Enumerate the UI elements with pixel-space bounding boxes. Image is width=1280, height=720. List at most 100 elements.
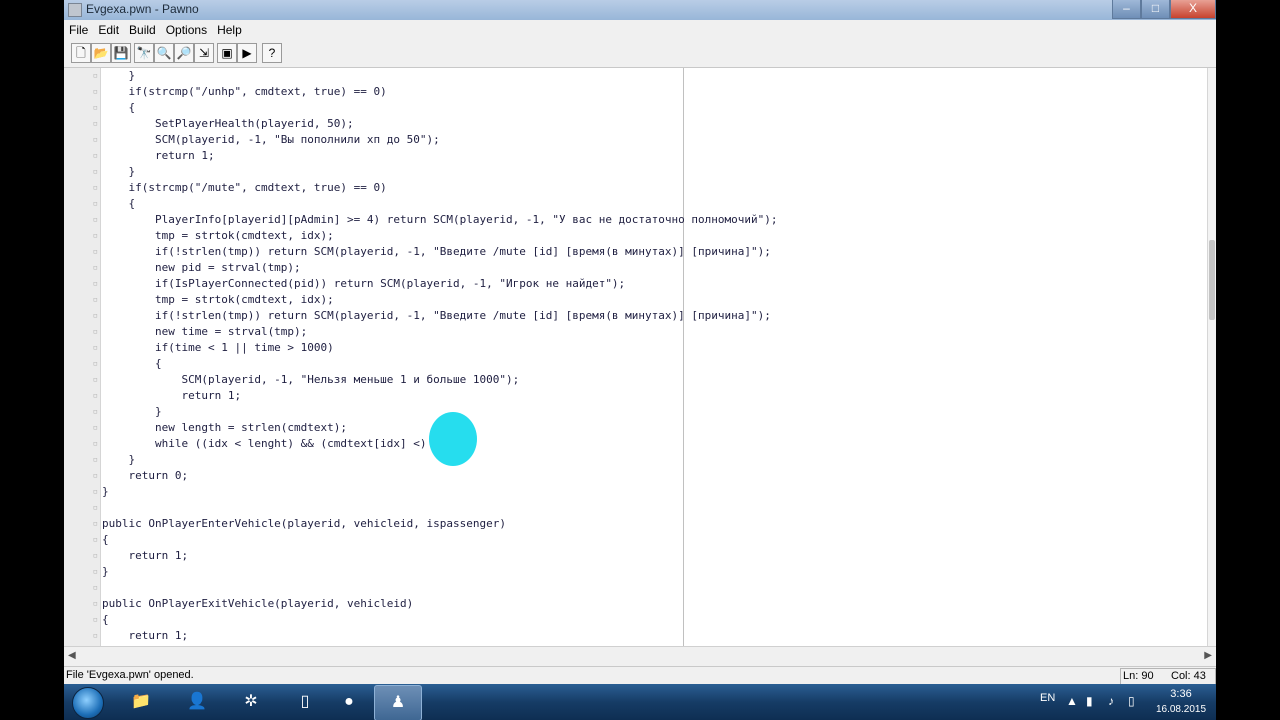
clock-date[interactable]: 16.08.2015 [1150, 704, 1212, 715]
code-line[interactable]: } [102, 452, 135, 468]
code-line[interactable]: } [102, 564, 109, 580]
show-hidden-icon[interactable]: ▲ [1066, 694, 1078, 708]
cursor-position: Ln: 90 Col: 43 [1120, 668, 1216, 685]
horizontal-scrollbar[interactable]: ◀ ▶ [64, 646, 1216, 667]
line-number-mark: ▫ [92, 375, 98, 385]
language-indicator[interactable]: EN [1040, 692, 1055, 704]
code-line[interactable]: if(strcmp("/mute", cmdtext, true) == 0) [102, 180, 386, 196]
code-editor[interactable]: ▫ ▫ ▫ ▫ ▫ ▫ ▫ ▫ ▫ ▫ ▫ ▫ ▫ ▫ ▫ ▫ ▫ ▫ ▫ ▫ ▫ ▫ ▫ ▫ ▫ ▫ ▫ ▫ ▫ ▫ ▫ ▫ ▫ ▫ ▫ ▫ } i… [64, 68, 1216, 646]
clock-time[interactable]: 3:36 [1156, 688, 1206, 700]
code-line[interactable]: new pid = strval(tmp); [102, 260, 301, 276]
code-line[interactable]: new length = strlen(cmdtext); [102, 420, 347, 436]
cursor-highlight [429, 412, 477, 466]
code-line[interactable]: } [102, 68, 135, 84]
code-line[interactable]: { [102, 100, 135, 116]
maximize-button[interactable]: □ [1141, 0, 1170, 19]
taskbar-document-button[interactable]: ▯ [282, 685, 328, 719]
compile-icon[interactable]: ▣ [217, 43, 237, 63]
code-line[interactable]: PlayerInfo[playerid][pAdmin] >= 4) retur… [102, 212, 778, 228]
line-number-mark: ▫ [92, 359, 98, 369]
line-number-mark: ▫ [92, 279, 98, 289]
line-number-mark: ▫ [92, 439, 98, 449]
binoculars-icon[interactable]: 🔭 [134, 43, 154, 63]
code-line[interactable]: if(strcmp("/unhp", cmdtext, true) == 0) [102, 84, 386, 100]
scroll-right-icon[interactable]: ▶ [1204, 650, 1212, 661]
menu-build[interactable]: Build [124, 20, 161, 40]
line-number-mark: ▫ [92, 295, 98, 305]
line-number: Ln: 90 [1123, 670, 1154, 682]
taskbar-file-explorer-button[interactable]: 📁 [118, 685, 164, 719]
code-line[interactable]: tmp = strtok(cmdtext, idx); [102, 292, 334, 308]
taskbar-game-character-button[interactable]: 👤 [174, 685, 220, 719]
code-line[interactable]: { [102, 532, 109, 548]
code-area[interactable]: } if(strcmp("/unhp", cmdtext, true) == 0… [102, 68, 1202, 646]
status-message: File 'Evgexa.pwn' opened. [66, 669, 194, 681]
line-number-mark: ▫ [92, 455, 98, 465]
scroll-left-icon[interactable]: ◀ [68, 650, 76, 661]
code-line[interactable]: return 1; [102, 388, 241, 404]
minimize-button[interactable]: – [1112, 0, 1141, 19]
game-character-icon: 👤 [187, 693, 207, 710]
code-line[interactable]: while ((idx < lenght) && (cmdtext[idx] <… [102, 436, 427, 452]
line-number-mark: ▫ [92, 599, 98, 609]
menu-options[interactable]: Options [161, 20, 212, 40]
code-line[interactable]: } [102, 164, 135, 180]
menu-edit[interactable]: Edit [93, 20, 124, 40]
code-line[interactable]: if(time < 1 || time > 1000) [102, 340, 334, 356]
taskbar-photoshop-button[interactable]: ✲ [228, 685, 274, 719]
menu-help[interactable]: Help [212, 20, 247, 40]
code-line[interactable]: { [102, 356, 162, 372]
code-line[interactable]: if(!strlen(tmp)) return SCM(playerid, -1… [102, 308, 771, 324]
line-number-mark: ▫ [92, 423, 98, 433]
taskbar-recorder-button[interactable]: ● [326, 685, 372, 719]
code-line[interactable]: } [102, 404, 162, 420]
line-number-mark: ▫ [92, 215, 98, 225]
open-folder-icon[interactable]: 📂 [91, 43, 111, 63]
code-line[interactable]: } [102, 484, 109, 500]
taskbar-pawno-button[interactable]: ♟ [374, 685, 422, 720]
code-line[interactable]: SetPlayerHealth(playerid, 50); [102, 116, 354, 132]
code-line[interactable]: { [102, 196, 135, 212]
file-explorer-icon: 📁 [131, 693, 151, 710]
code-line[interactable]: public OnPlayerEnterVehicle(playerid, ve… [102, 516, 506, 532]
goto-icon[interactable]: ⇲ [194, 43, 214, 63]
line-number-mark: ▫ [92, 407, 98, 417]
code-line[interactable]: if(!strlen(tmp)) return SCM(playerid, -1… [102, 244, 771, 260]
code-line[interactable]: tmp = strtok(cmdtext, idx); [102, 228, 334, 244]
line-number-mark: ▫ [92, 247, 98, 257]
volume-icon[interactable]: ♪ [1108, 694, 1114, 708]
code-line[interactable]: SCM(playerid, -1, "Нельзя меньше 1 и бол… [102, 372, 519, 388]
toolbar: 🗋 📂 💾 🔭 🔍 🔎 ⇲ ▣ ▶? [64, 40, 1216, 68]
pawno-icon: ♟ [390, 694, 406, 711]
code-line[interactable]: return 1; [102, 628, 188, 644]
code-line[interactable]: { [102, 612, 109, 628]
run-icon[interactable]: ▶ [237, 43, 257, 63]
pawno-app-icon [68, 3, 82, 17]
battery-icon[interactable]: ▯ [1128, 694, 1135, 708]
new-file-icon[interactable]: 🗋 [71, 43, 91, 63]
code-line[interactable]: public OnPlayerExitVehicle(playerid, veh… [102, 596, 413, 612]
help-icon[interactable]: ? [262, 43, 282, 63]
save-icon[interactable]: 💾 [111, 43, 131, 63]
code-line[interactable]: if(IsPlayerConnected(pid)) return SCM(pl… [102, 276, 625, 292]
start-button[interactable] [72, 687, 104, 719]
window-title: Evgexa.pwn - Pawno [86, 2, 199, 16]
code-line[interactable]: return 0; [102, 468, 188, 484]
line-number-mark: ▫ [92, 151, 98, 161]
code-line[interactable]: return 1; [102, 148, 215, 164]
replace-icon[interactable]: 🔎 [174, 43, 194, 63]
scrollbar-thumb[interactable] [1209, 240, 1215, 320]
line-number-mark: ▫ [92, 167, 98, 177]
menu-file[interactable]: File [64, 20, 93, 40]
close-button[interactable]: X [1170, 0, 1216, 19]
vertical-scrollbar[interactable] [1207, 68, 1216, 646]
taskbar: EN ▲ ▮ ♪ ▯ 3:36 16.08.2015 📁 👤 ✲ ▯ ● ♟ [64, 684, 1216, 720]
line-number-mark: ▫ [92, 119, 98, 129]
line-number-mark: ▫ [92, 567, 98, 577]
code-line[interactable]: return 1; [102, 548, 188, 564]
find-next-icon[interactable]: 🔍 [154, 43, 174, 63]
code-line[interactable]: new time = strval(tmp); [102, 324, 307, 340]
network-icon[interactable]: ▮ [1086, 694, 1093, 708]
code-line[interactable]: SCM(playerid, -1, "Вы пополнили хп до 50… [102, 132, 440, 148]
line-number-mark: ▫ [92, 103, 98, 113]
